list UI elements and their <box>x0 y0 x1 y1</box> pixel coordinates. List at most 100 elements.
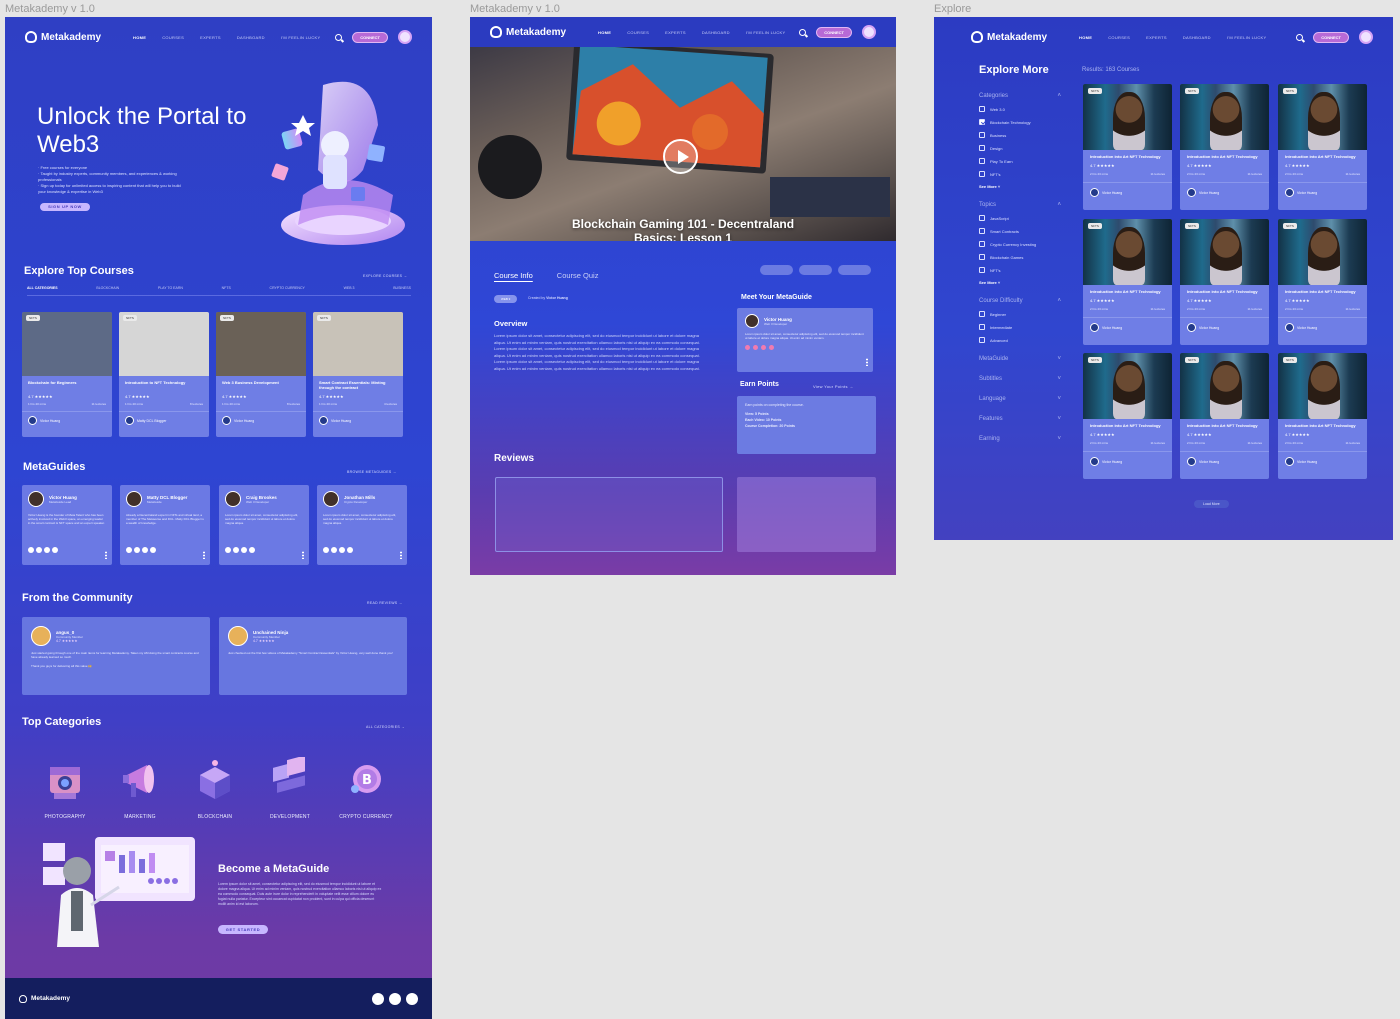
nav-home[interactable]: HOME <box>598 30 611 35</box>
nav-dashboard[interactable]: DASHBOARD <box>237 35 265 40</box>
tab-all[interactable]: ALL CATEGORIES <box>27 286 58 290</box>
filter-option[interactable]: Web 3.0 <box>979 106 1061 112</box>
brand-logo[interactable]: Metakademy <box>25 31 101 43</box>
social-icon[interactable] <box>761 345 766 351</box>
filter-option[interactable]: Smart Contracts <box>979 228 1061 234</box>
social-icon[interactable] <box>323 547 329 553</box>
more-options-icon[interactable] <box>203 551 205 559</box>
user-avatar[interactable] <box>1359 30 1373 44</box>
social-icon[interactable] <box>233 547 239 553</box>
checkbox[interactable] <box>979 158 985 164</box>
filter-option[interactable]: Blockchain Games <box>979 254 1061 260</box>
video-player[interactable]: Blockchain Gaming 101 - Decentraland Bas… <box>470 47 896 241</box>
checkbox[interactable] <box>979 267 985 273</box>
filter-option[interactable]: Advanced <box>979 337 1061 343</box>
course-card[interactable]: NFTS Smart Contract Essentials: Minting t… <box>313 312 403 437</box>
filter-metaguide[interactable]: MetaGuide ˅ <box>979 356 1061 362</box>
social-icon[interactable] <box>389 992 401 1005</box>
social-icon[interactable] <box>44 547 50 553</box>
nav-home[interactable]: HOME <box>133 35 146 40</box>
filter-option[interactable]: NFT's <box>979 171 1061 177</box>
user-avatar[interactable] <box>862 25 876 39</box>
nav-experts[interactable]: EXPERTS <box>1146 35 1167 40</box>
category-photography[interactable]: PHOTOGRAPHY <box>30 757 100 820</box>
chevron-up-icon[interactable]: ˄ <box>1057 202 1061 208</box>
nav-dashboard[interactable]: DASHBOARD <box>702 30 730 35</box>
action-pill[interactable] <box>838 265 871 275</box>
filter-option[interactable]: Design <box>979 145 1061 151</box>
filter-option[interactable]: Crypto Currency Investing <box>979 241 1061 247</box>
filter-option[interactable]: Blockchain Technology <box>979 119 1061 125</box>
metaguide-card[interactable]: Craig Brookes Web 3 Developer Lorem ipsum … <box>219 485 309 565</box>
checkbox[interactable] <box>979 171 985 177</box>
more-options-icon[interactable] <box>866 358 868 366</box>
tab-business[interactable]: BUSINESS <box>393 286 411 290</box>
course-card[interactable]: NFTS Introduction into Art NFT Technology… <box>1083 219 1172 345</box>
course-card[interactable]: NFTS Introduction into Art NFT Technology… <box>1278 219 1367 345</box>
nav-lucky[interactable]: I'M FEELIN LUCKY <box>281 35 321 40</box>
course-card[interactable]: NFTS Blockchain for Beginners 4.7 ★★★★★ 1 h… <box>22 312 112 437</box>
checkbox[interactable] <box>979 132 985 138</box>
social-icon[interactable] <box>372 992 384 1005</box>
connect-button[interactable]: CONNECT <box>352 31 388 43</box>
social-icon[interactable] <box>36 547 42 553</box>
course-card[interactable]: NFTS Introduction into Art NFT Technology… <box>1180 353 1269 479</box>
course-card[interactable]: NFTS Introduction into Art NFT Technology… <box>1180 219 1269 345</box>
see-more-link[interactable]: See More ˅ <box>979 280 1000 285</box>
social-icon[interactable] <box>249 547 255 553</box>
filter-language[interactable]: Language ˅ <box>979 396 1061 402</box>
course-card[interactable]: NFTS Introduction into Art NFT Technology… <box>1083 84 1172 210</box>
checkbox[interactable] <box>979 228 985 234</box>
chevron-down-icon[interactable]: ˅ <box>1057 356 1061 362</box>
tab-nfts[interactable]: NFTS <box>222 286 231 290</box>
nav-courses[interactable]: COURSES <box>162 35 184 40</box>
action-pill[interactable] <box>760 265 793 275</box>
course-card[interactable]: NFTS Introduction into Art NFT Technology… <box>1278 84 1367 210</box>
load-more-button[interactable]: Load More <box>1194 500 1229 508</box>
social-icon[interactable] <box>331 547 337 553</box>
chevron-down-icon[interactable]: ˅ <box>1057 436 1061 442</box>
social-icon[interactable] <box>745 345 750 351</box>
filter-subtitles[interactable]: Subtitles ˅ <box>979 376 1061 382</box>
user-avatar[interactable] <box>398 30 412 44</box>
filter-option[interactable]: NFT's <box>979 267 1061 273</box>
filter-option[interactable]: Play To Earn <box>979 158 1061 164</box>
chevron-up-icon[interactable]: ˄ <box>1057 93 1061 99</box>
nav-dashboard[interactable]: DASHBOARD <box>1183 35 1211 40</box>
connect-button[interactable]: CONNECT <box>816 26 852 38</box>
filter-difficulty[interactable]: Course Difficulty ˄ <box>979 298 1061 304</box>
tab-play-to-earn[interactable]: PLAY TO EARN <box>158 286 183 290</box>
nav-home[interactable]: HOME <box>1079 35 1092 40</box>
social-icon[interactable] <box>769 345 774 351</box>
social-icon[interactable] <box>339 547 345 553</box>
social-icon[interactable] <box>134 547 140 553</box>
search-icon[interactable] <box>1296 33 1304 41</box>
social-icon[interactable] <box>142 547 148 553</box>
tab-web3[interactable]: WEB 3 <box>344 286 355 290</box>
course-card[interactable]: NFTS Introduction to NFT Technology 4.7 ★★… <box>119 312 209 437</box>
social-icon[interactable] <box>753 345 758 351</box>
checkbox[interactable] <box>979 337 985 343</box>
more-options-icon[interactable] <box>105 551 107 559</box>
metaguide-card[interactable]: Matty DCL Blogger MetaGuide Already a Dece… <box>120 485 210 565</box>
action-pill[interactable] <box>799 265 832 275</box>
category-development[interactable]: DEVELOPMENT <box>255 755 325 820</box>
course-card[interactable]: NFTS Web 3 Business Development 4.7 ★★★★★ 1… <box>216 312 306 437</box>
more-options-icon[interactable] <box>400 551 402 559</box>
all-categories-link[interactable]: ALL CATEGORIES → <box>366 725 405 729</box>
social-icon[interactable] <box>225 547 231 553</box>
nav-courses[interactable]: COURSES <box>627 30 649 35</box>
nav-experts[interactable]: EXPERTS <box>665 30 686 35</box>
checkbox[interactable] <box>979 254 985 260</box>
checkbox[interactable] <box>979 106 985 112</box>
checkbox[interactable] <box>979 215 985 221</box>
more-options-icon[interactable] <box>302 551 304 559</box>
explore-courses-link[interactable]: EXPLORE COURSES → <box>363 274 407 278</box>
tab-crypto[interactable]: CRYPTO CURRENCY <box>270 286 305 290</box>
social-icon[interactable] <box>150 547 156 553</box>
course-card[interactable]: NFTS Introduction into Art NFT Technology… <box>1278 353 1367 479</box>
social-icon[interactable] <box>241 547 247 553</box>
footer-logo[interactable]: Metakademy <box>19 994 70 1003</box>
creator-link[interactable]: Victor Huang <box>546 296 568 300</box>
nav-lucky[interactable]: I'M FEELIN LUCKY <box>746 30 786 35</box>
